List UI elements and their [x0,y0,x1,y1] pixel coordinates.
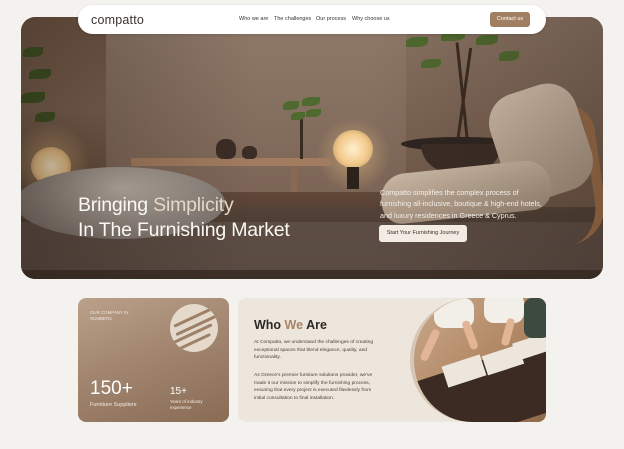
hero-title: Bringing Simplicity In The Furnishing Ma… [78,193,378,243]
top-navbar: compatto Who we are The challenges Our p… [78,5,546,34]
hero-description: Compatto simplifies the complex process … [380,188,542,220]
start-journey-button[interactable]: Start Your Furnishing Journey [379,225,467,242]
stats-eyebrow: OUR COMPANY IN NUMBERS [90,310,129,321]
nav-link-challenges[interactable]: The challenges [274,16,311,22]
nav-link-who-we-are[interactable]: Who we are [239,16,268,22]
hero-title-line2: In The Furnishing Market [78,219,290,241]
photo-arm [461,319,479,351]
hero-title-part: Bringing [78,194,154,216]
suppliers-count: 150+ [90,378,133,399]
who-we-are-title: Who We Are [254,318,327,332]
logo-text: compatto [91,13,145,27]
who-title-part: Are [303,318,327,332]
who-title-part: Who [254,318,285,332]
contact-us-button[interactable]: Contact us [490,12,530,27]
stats-card: OUR COMPANY IN NUMBERS 150+ Furniture Su… [78,298,229,422]
who-title-accent: We [284,318,304,332]
nav-link-why-choose-us[interactable]: Why choose us [352,16,390,22]
nav-link-our-process[interactable]: Our process [316,16,346,22]
who-paragraph-2: As Greece's premier furniture solutions … [254,373,373,401]
team-photo [410,298,546,422]
hero-banner: Bringing Simplicity In The Furnishing Ma… [21,17,603,279]
suppliers-label: Furniture Suppliers [90,402,137,408]
experience-label: Years of industry experience [170,399,203,410]
photo-arm [419,327,441,363]
experience-years: 15+ [170,386,187,397]
logo[interactable]: compatto [91,13,144,27]
marble-emblem-icon [170,304,218,352]
photo-person [484,298,524,323]
who-paragraph-1: At Compatto, we understand the challenge… [254,340,374,361]
hero-title-accent: Simplicity [153,194,234,216]
who-we-are-card: Who We Are At Compatto, we understand th… [238,298,546,422]
photo-person-dark [524,298,546,338]
